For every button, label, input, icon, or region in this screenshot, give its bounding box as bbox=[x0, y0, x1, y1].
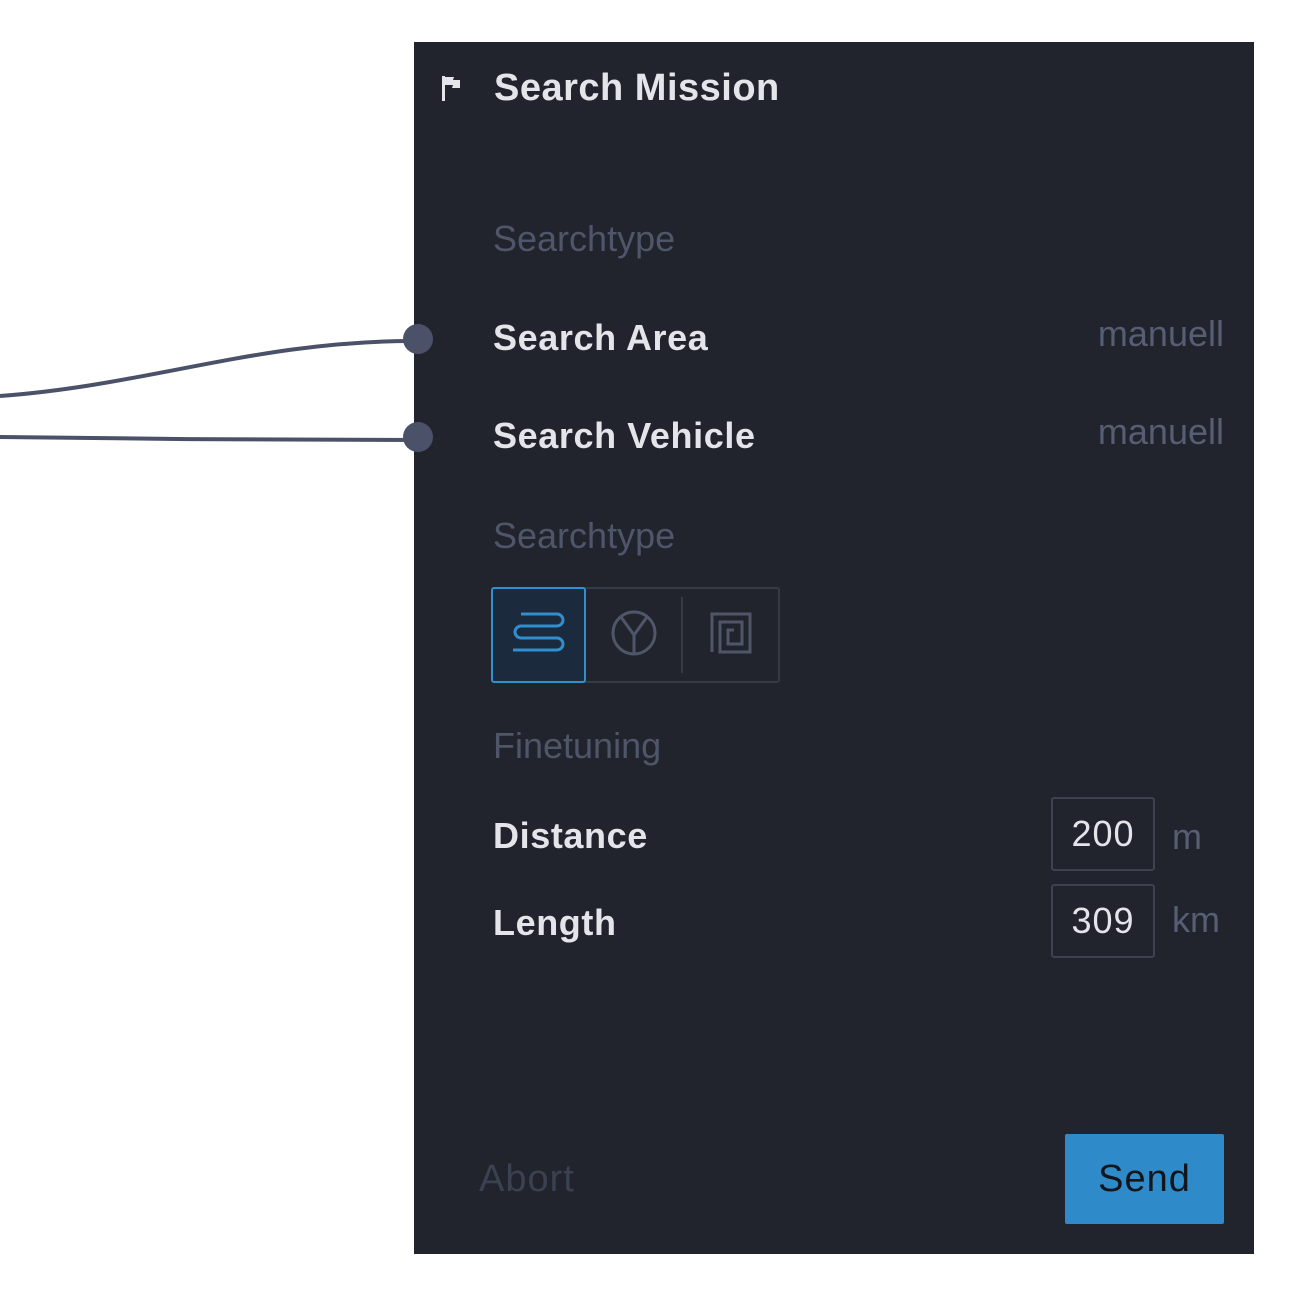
distance-unit: m bbox=[1172, 816, 1202, 857]
search-vehicle-label: Search Vehicle bbox=[493, 415, 756, 456]
spiral-pattern-button[interactable] bbox=[683, 587, 778, 683]
distance-input[interactable]: 200 bbox=[1051, 797, 1155, 871]
search-pattern-selector bbox=[491, 587, 780, 683]
length-input[interactable]: 309 bbox=[1051, 884, 1155, 958]
search-area-value[interactable]: manuell bbox=[1098, 313, 1224, 355]
length-unit: km bbox=[1172, 899, 1220, 940]
search-vehicle-value[interactable]: manuell bbox=[1098, 411, 1224, 453]
panel-header: Search Mission bbox=[438, 66, 780, 110]
length-label: Length bbox=[493, 902, 617, 943]
lawnmower-pattern-icon bbox=[509, 610, 569, 661]
searchtype-section-label: Searchtype bbox=[493, 218, 676, 259]
spiral-pattern-icon bbox=[708, 610, 754, 661]
distance-label: Distance bbox=[493, 815, 648, 856]
sector-pattern-icon bbox=[609, 608, 659, 663]
panel-title: Search Mission bbox=[494, 66, 780, 109]
lawnmower-pattern-button[interactable] bbox=[491, 587, 587, 683]
abort-button[interactable]: Abort bbox=[479, 1158, 575, 1201]
search-area-label: Search Area bbox=[493, 317, 709, 358]
finetuning-section-label: Finetuning bbox=[493, 725, 662, 766]
wire-search-vehicle bbox=[0, 435, 419, 442]
search-vehicle-row[interactable]: Search Vehicle manuell bbox=[493, 411, 1224, 465]
search-area-row[interactable]: Search Area manuell bbox=[493, 313, 1224, 367]
wire-search-area bbox=[0, 338, 419, 398]
flag-icon bbox=[438, 73, 468, 103]
search-mission-panel: Search Mission Searchtype Search Area ma… bbox=[414, 42, 1254, 1254]
send-button[interactable]: Send bbox=[1065, 1134, 1224, 1224]
sector-pattern-button[interactable] bbox=[586, 587, 681, 683]
pattern-section-label: Searchtype bbox=[493, 515, 676, 556]
